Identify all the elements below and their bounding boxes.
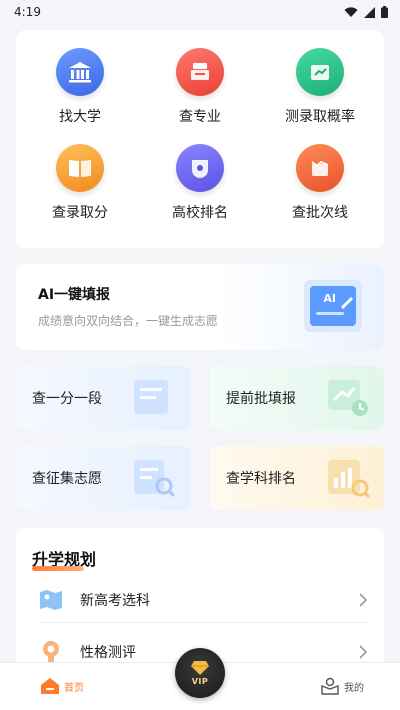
vip-label: VIP	[191, 677, 209, 686]
planning-title-underline	[32, 566, 84, 571]
nav-home-tab[interactable]: 首页	[40, 677, 84, 695]
tile-subject-ranking[interactable]: 查学科排名	[210, 446, 384, 510]
grid-item-check-major[interactable]: 查专业	[140, 48, 260, 144]
wifi-icon	[344, 6, 358, 17]
score-table-icon	[134, 380, 168, 414]
early-batch-icon	[328, 380, 368, 416]
nav-mine-label: 我的	[344, 682, 364, 694]
ai-document-icon	[304, 280, 362, 332]
diamond-icon	[191, 661, 209, 675]
probability-icon	[296, 48, 344, 96]
grid-label: 查录取分	[52, 205, 108, 221]
grid-label: 高校排名	[172, 205, 228, 221]
nav-home-label: 首页	[64, 682, 84, 694]
subject-map-icon	[40, 590, 62, 610]
chevron-right-icon	[359, 645, 368, 659]
ai-card-subtitle: 成绩意向双向结合，一键生成志愿	[38, 314, 219, 328]
grid-item-admission-probability[interactable]: 测录取概率	[260, 48, 380, 144]
ai-card-title: AI一键填报	[38, 287, 111, 303]
tile-label: 查征集志愿	[32, 471, 102, 487]
tile-early-batch[interactable]: 提前批填报	[210, 366, 384, 430]
search-document-icon	[134, 460, 176, 498]
quick-tools-card: 找大学 查专业 测录取概率 查录取分 高校排名 查批次线	[16, 30, 384, 248]
grid-label: 找大学	[59, 109, 101, 125]
grid-item-batch-line[interactable]: 查批次线	[260, 144, 380, 240]
home-icon	[41, 678, 59, 694]
tile-score-segment[interactable]: 查一分一段	[16, 366, 190, 430]
user-box-icon	[321, 677, 339, 695]
grid-item-university-ranking[interactable]: 高校排名	[140, 144, 260, 240]
status-icons	[344, 6, 388, 18]
grid-label: 查批次线	[292, 205, 348, 221]
chevron-right-icon	[359, 593, 368, 607]
tile-label: 查学科排名	[226, 471, 296, 487]
ai-fill-card[interactable]: AI一键填报 成绩意向双向结合，一键生成志愿 AI	[16, 264, 384, 350]
tile-supplementary-application[interactable]: 查征集志愿	[16, 446, 190, 510]
grid-item-admission-score[interactable]: 查录取分	[20, 144, 140, 240]
list-divider	[38, 622, 368, 623]
grid-label: 测录取概率	[285, 109, 355, 125]
list-item-subject-selection[interactable]: 新高考选科	[38, 578, 368, 622]
grid-label: 查专业	[179, 109, 221, 125]
ranking-icon	[176, 144, 224, 192]
tile-label: 提前批填报	[226, 391, 296, 407]
major-icon	[176, 48, 224, 96]
status-bar: 4:19	[0, 0, 400, 24]
nav-mine-tab[interactable]: 我的	[320, 677, 364, 695]
tile-label: 查一分一段	[32, 391, 102, 407]
book-icon	[56, 144, 104, 192]
grid-item-find-university[interactable]: 找大学	[20, 48, 140, 144]
ai-badge-text: AI	[323, 292, 336, 305]
batch-line-icon	[296, 144, 344, 192]
list-item-label: 新高考选科	[80, 593, 150, 609]
battery-icon	[381, 6, 388, 18]
university-icon	[56, 48, 104, 96]
signal-icon	[364, 6, 375, 18]
subject-ranking-icon	[328, 460, 371, 499]
vip-button[interactable]: VIP	[175, 648, 225, 698]
status-time: 4:19	[14, 5, 41, 19]
